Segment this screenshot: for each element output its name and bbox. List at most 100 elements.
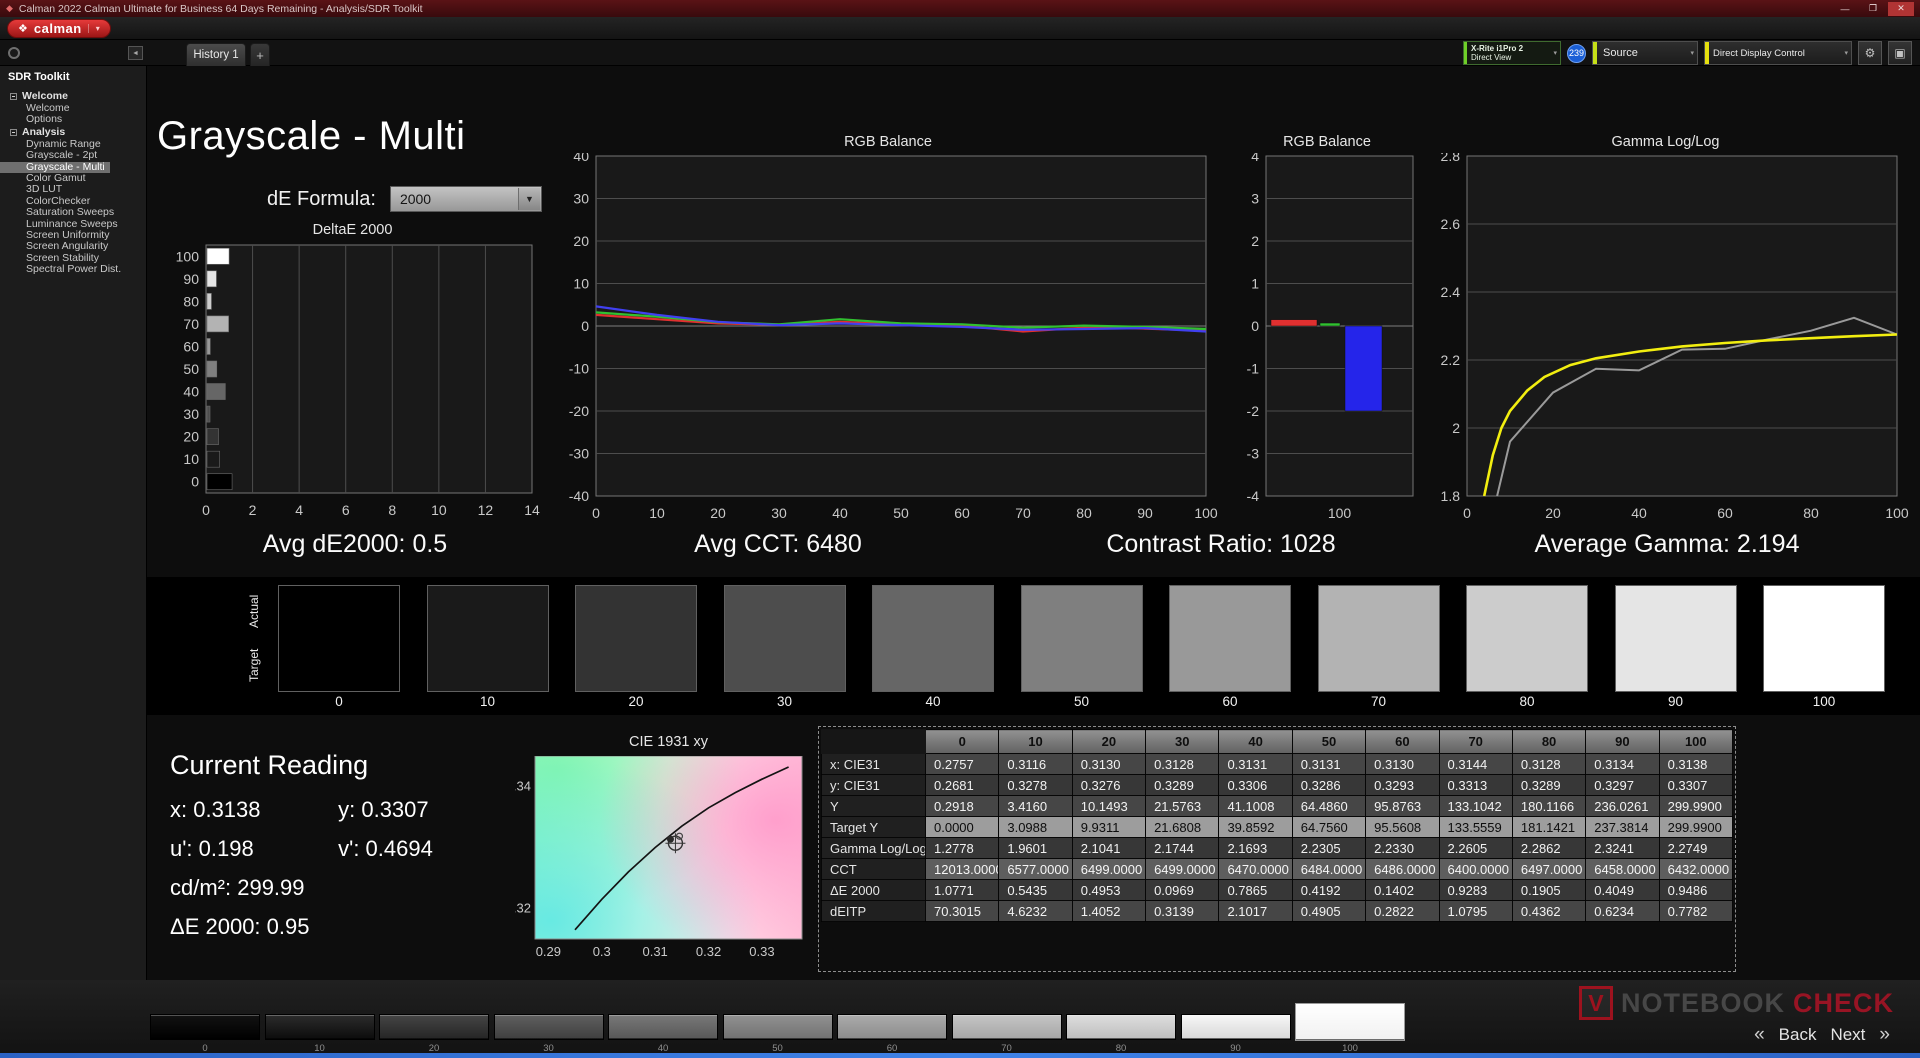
de-formula-value: 2000 (399, 191, 432, 207)
svg-text:30: 30 (573, 191, 589, 207)
pattern-level-button-70[interactable] (951, 1014, 1062, 1040)
table-row-label: x: CIE31 (821, 753, 926, 775)
pattern-level-button-0[interactable] (150, 1014, 260, 1040)
table-column-header-30: 30 (1145, 729, 1220, 754)
chevron-down-icon: ▾ (87, 23, 100, 33)
chevron-down-icon: ▾ (1690, 50, 1694, 57)
table-column-header-60: 60 (1365, 729, 1440, 754)
back-chevron-icon[interactable]: « (1754, 1024, 1765, 1046)
tab-history-1[interactable]: History 1 (186, 43, 246, 66)
back-button[interactable]: Back (1779, 1025, 1817, 1045)
svg-text:80: 80 (183, 293, 199, 309)
table-cell: 0.3278 (998, 774, 1073, 796)
next-button[interactable]: Next (1830, 1025, 1865, 1045)
table-cell: 237.3814 (1585, 816, 1660, 838)
table-cell: 2.2605 (1438, 837, 1513, 859)
meter-selector[interactable]: X-Rite i1Pro 2 Direct View ▾ (1463, 41, 1561, 65)
table-cell: 1.9601 (998, 837, 1073, 859)
svg-text:0.33: 0.33 (749, 944, 774, 959)
svg-text:60: 60 (183, 338, 199, 354)
table-cell: 3.0988 (998, 816, 1073, 838)
svg-text:0.32: 0.32 (696, 944, 721, 959)
calman-menu-button[interactable]: ❖ calman ▾ (7, 18, 111, 38)
pattern-level-button-90[interactable] (1180, 1014, 1291, 1040)
collapse-minus-icon[interactable] (10, 128, 17, 136)
svg-text:0.34: 0.34 (515, 779, 531, 794)
measurement-table: 0 10 20 30 40 50 60 70 80 90 100 x: CIE31 0.2757 0.31… (821, 729, 1734, 922)
grayscale-swatch-100 (1763, 585, 1885, 692)
svg-text:2.8: 2.8 (1441, 153, 1461, 164)
pattern-level-button-100[interactable] (1295, 1003, 1405, 1041)
layout-button[interactable]: ▣ (1888, 41, 1912, 65)
de-formula-row: dE Formula: 2000 ▼ (267, 186, 542, 212)
sidebar-title: SDR Toolkit (8, 71, 70, 83)
table-cell: 2.1041 (1071, 837, 1147, 859)
sidebar-item-color-gamut[interactable]: Color Gamut (0, 172, 146, 184)
table-cell: 21.5763 (1145, 795, 1220, 817)
pattern-level-button-60[interactable] (837, 1014, 947, 1040)
table-cell: 0.2822 (1365, 900, 1440, 922)
table-cell: 10.1493 (1071, 795, 1147, 817)
svg-text:0: 0 (191, 474, 199, 490)
de-formula-dropdown[interactable]: 2000 ▼ (389, 186, 542, 212)
table-cell: 0.2757 (924, 753, 1000, 775)
pattern-level-button-80[interactable] (1066, 1014, 1176, 1040)
reading-de2000: ΔE 2000: 0.95 (170, 914, 310, 939)
sidebar-collapse-button[interactable]: ◄ (128, 46, 143, 60)
table-cell: 6497.0000 (1511, 858, 1587, 880)
table-column-header-90: 90 (1585, 729, 1660, 754)
table-cell: 64.4860 (1291, 795, 1367, 817)
table-row-target-y: Target Y 0.0000 3.0988 9.9311 21.6808 39.8592… (821, 816, 1734, 838)
meter-count-badge[interactable]: 239 (1567, 43, 1586, 63)
table-column-header-0: 0 (924, 729, 1000, 754)
grayscale-swatch-40 (872, 585, 994, 692)
sidebar-item-saturation-sweeps[interactable]: Saturation Sweeps (0, 206, 146, 218)
calman-logo-text: calman (33, 20, 82, 36)
title-bar: ◆ Calman 2022 Calman Ultimate for Busine… (0, 0, 1920, 17)
table-cell: 236.0261 (1585, 795, 1660, 817)
settings-gear-button[interactable]: ⚙ (1858, 41, 1882, 65)
svg-text:80: 80 (1076, 505, 1092, 521)
minimize-button[interactable]: — (1832, 2, 1858, 16)
pattern-level-button-30[interactable] (493, 1014, 604, 1040)
bottom-bar: 0 10 20 30 40 50 60 70 80 90 100 V NOTEBOOK CHECK «… (0, 980, 1920, 1054)
maximize-button[interactable]: ❐ (1860, 2, 1886, 16)
close-button[interactable]: ✕ (1888, 1, 1914, 16)
tree-group-welcome[interactable]: Welcome (0, 90, 146, 103)
sidebar-item-welcome[interactable]: Welcome (0, 102, 146, 114)
table-cell: 1.4052 (1071, 900, 1147, 922)
table-cell: 0.3116 (998, 753, 1073, 775)
source-selector[interactable]: Source ▾ (1592, 41, 1698, 65)
display-control-selector[interactable]: Direct Display Control ▾ (1704, 41, 1852, 65)
pattern-level-button-10[interactable] (264, 1014, 375, 1040)
pattern-level-button-40[interactable] (608, 1014, 718, 1040)
tree-group-analysis[interactable]: Analysis (0, 126, 146, 139)
table-row-y-cie31: y: CIE31 0.2681 0.3278 0.3276 0.3289 0.3306 0.… (821, 774, 1734, 796)
svg-text:10: 10 (649, 505, 665, 521)
pattern-level-button-20[interactable] (379, 1014, 489, 1040)
table-cell: 0.7782 (1658, 900, 1734, 922)
swatch-level-label: 80 (1519, 694, 1535, 709)
sidebar-item-options[interactable]: Options (0, 113, 146, 125)
next-chevron-icon[interactable]: » (1879, 1024, 1890, 1046)
tree-group-label: Welcome (22, 90, 68, 102)
table-cell: 12013.0000 (924, 858, 1000, 880)
svg-text:-20: -20 (569, 403, 589, 419)
svg-text:90: 90 (183, 271, 199, 287)
sidebar-item-spectral-power-dist[interactable]: Spectral Power Dist. (0, 263, 146, 275)
table-cell: 0.5435 (998, 879, 1073, 901)
table-cell: 6432.0000 (1658, 858, 1734, 880)
add-tab-button[interactable]: + (250, 43, 270, 66)
table-cell: 0.7865 (1218, 879, 1293, 901)
svg-text:60: 60 (1717, 505, 1733, 521)
table-cell: 0.3130 (1071, 753, 1147, 775)
table-cell: 70.3015 (924, 900, 1000, 922)
swatch-level-label: 0 (335, 694, 343, 709)
table-cell: 0.3128 (1511, 753, 1587, 775)
pattern-level-button-50[interactable] (722, 1014, 833, 1040)
cie-chart-title: CIE 1931 xy (629, 734, 708, 750)
workspace-dot-icon[interactable] (8, 47, 20, 59)
collapse-minus-icon[interactable] (10, 93, 17, 100)
table-column-header-50: 50 (1291, 729, 1367, 754)
sidebar-item-grayscale-2pt[interactable]: Grayscale - 2pt (0, 149, 146, 161)
